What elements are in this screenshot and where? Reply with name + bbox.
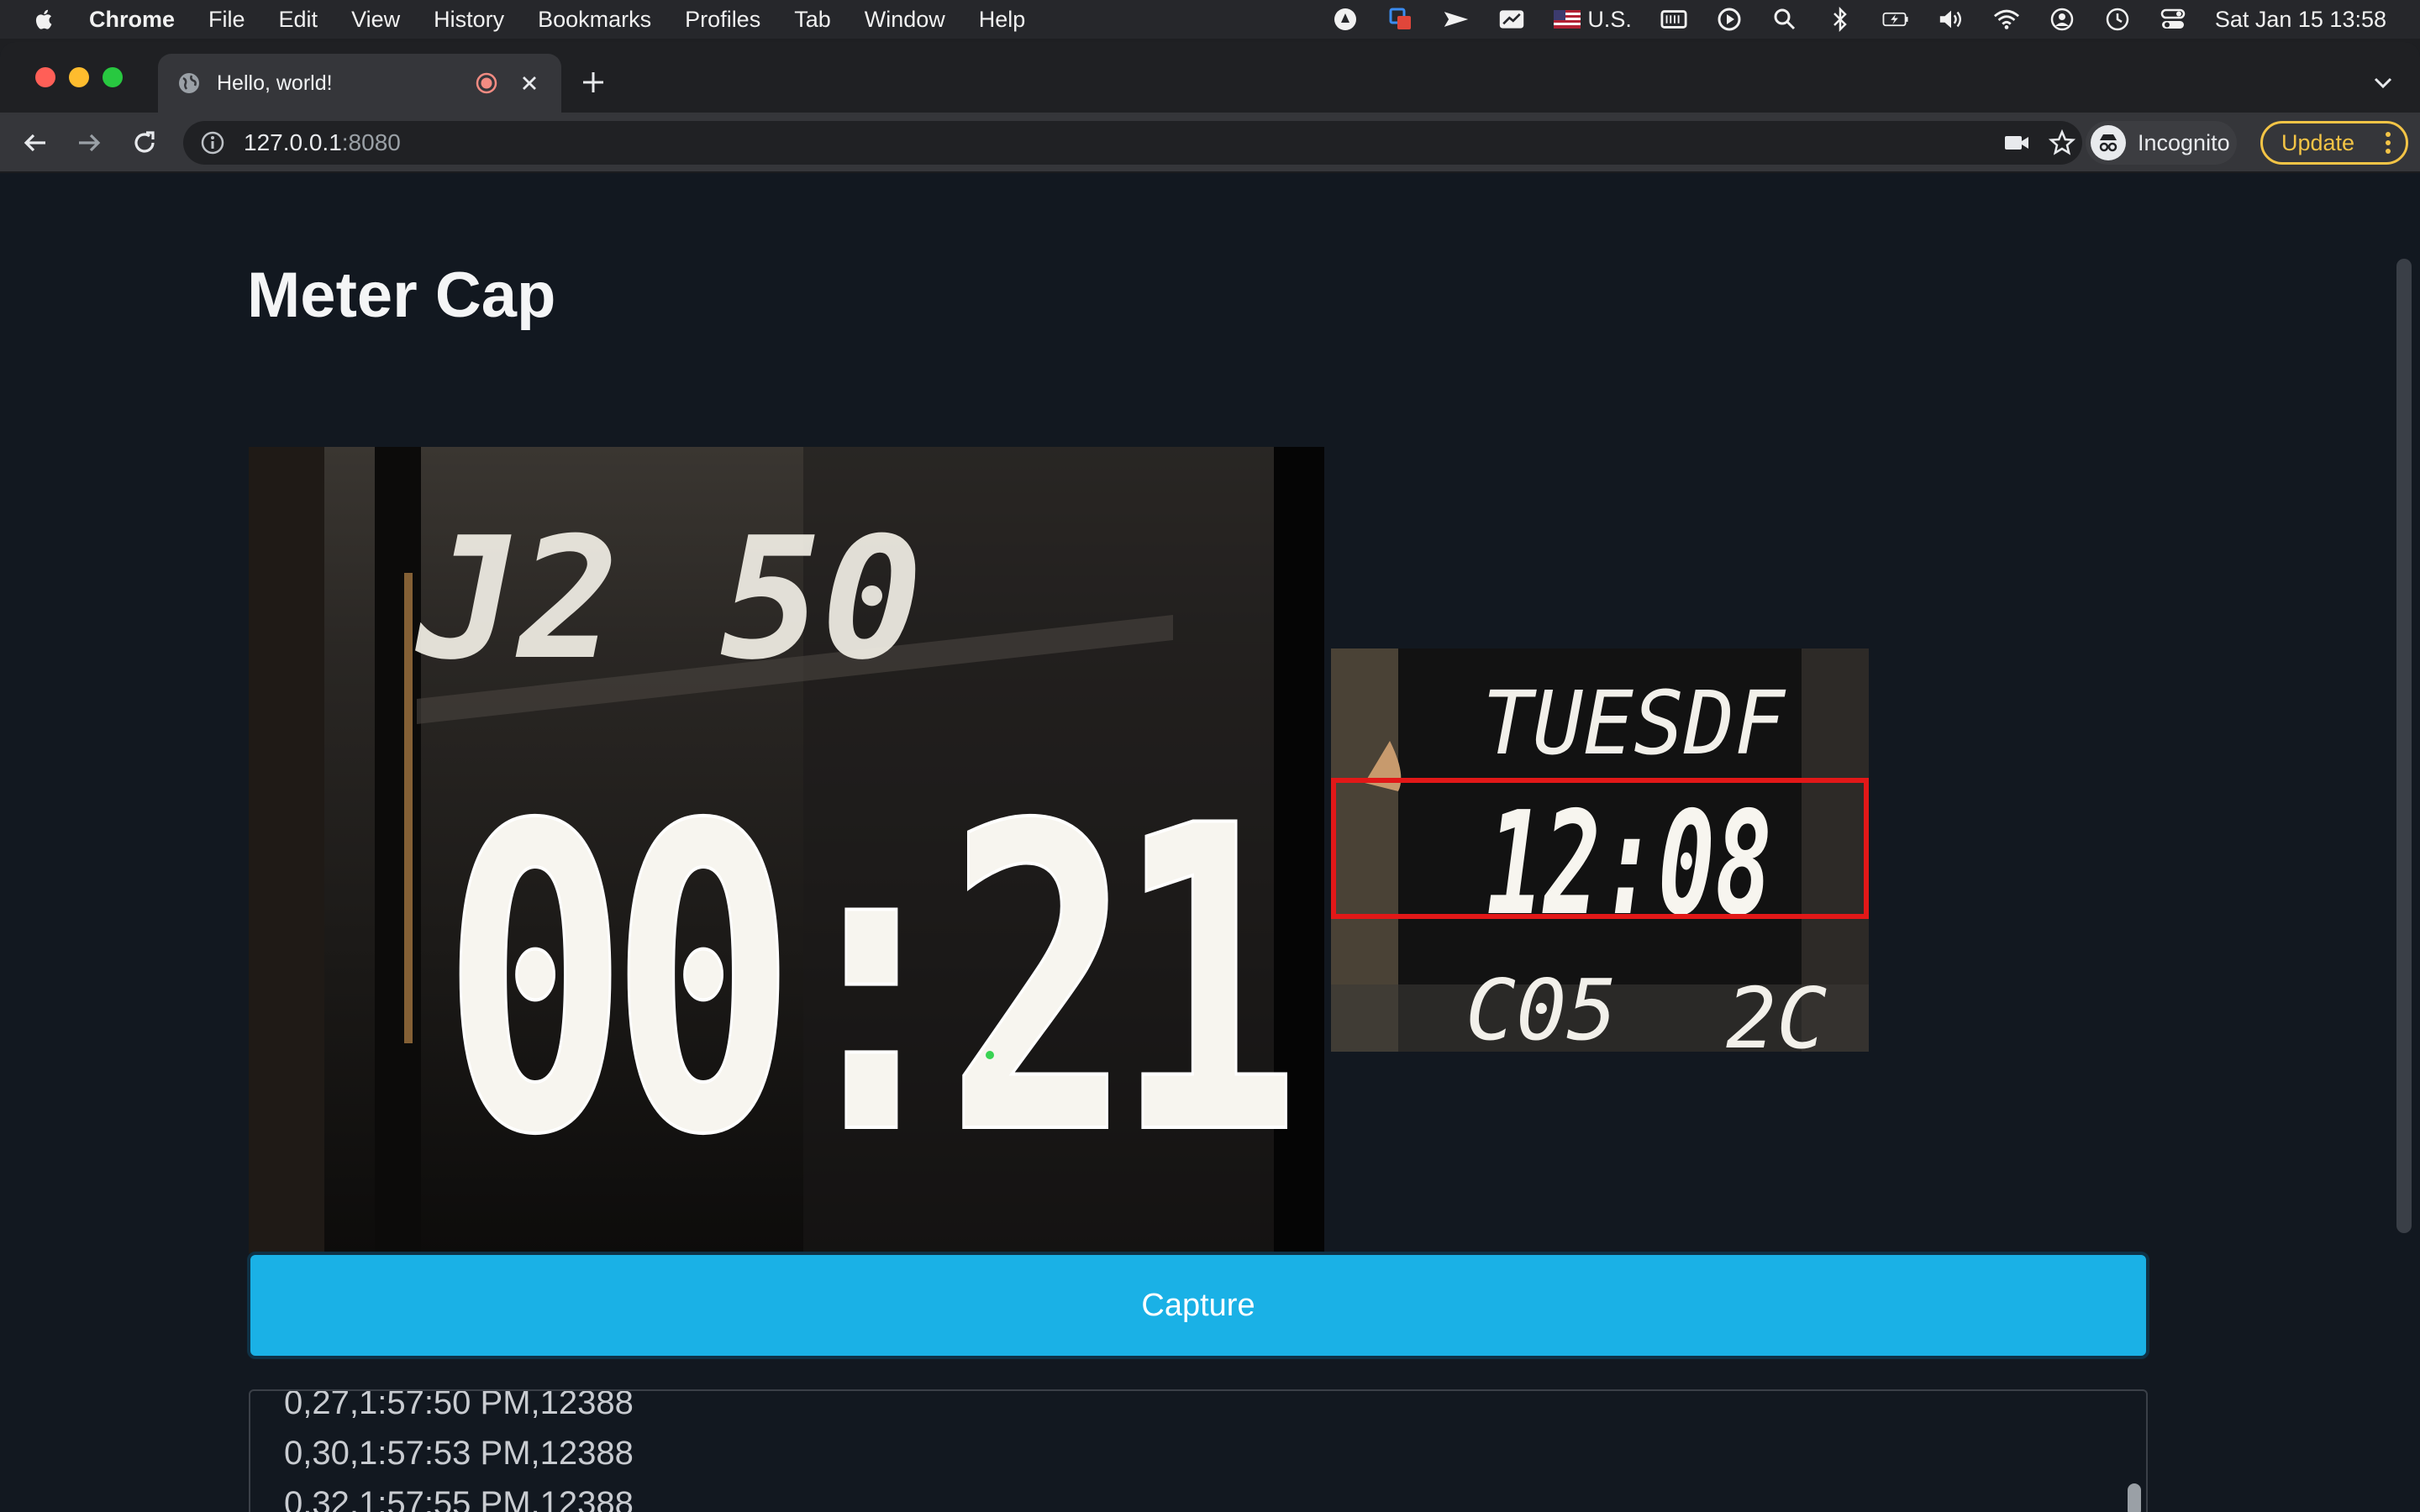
close-window-button[interactable] <box>35 67 55 87</box>
incognito-profile-button[interactable]: Incognito <box>2086 121 2237 165</box>
detection-box <box>1331 778 1869 919</box>
control-center-icon[interactable] <box>2160 6 2186 33</box>
bluetooth-icon[interactable] <box>1827 6 1854 33</box>
snapshot-bottom-right: 2C <box>1726 969 1827 1052</box>
video-top-text: J2 50 <box>415 501 923 697</box>
menu-edit[interactable]: Edit <box>279 7 318 33</box>
video-main-digits: 00:21 <box>442 738 1289 1226</box>
bookmark-star-icon[interactable] <box>2049 129 2075 156</box>
incognito-icon <box>2091 125 2126 160</box>
forward-arrow-icon[interactable] <box>74 128 104 158</box>
menu-bookmarks[interactable]: Bookmarks <box>538 7 651 33</box>
capture-button[interactable]: Capture <box>247 1252 2149 1359</box>
menu-help[interactable]: Help <box>979 7 1026 33</box>
trend-chart-icon[interactable] <box>1498 6 1525 33</box>
macos-menu-bar: Chrome File Edit View History Bookmarks … <box>0 0 2420 39</box>
page-scrollbar[interactable] <box>2396 259 2412 1233</box>
log-scrollbar[interactable] <box>2128 1483 2141 1512</box>
close-tab-icon[interactable] <box>519 73 539 93</box>
log-line: 0,27,1:57:50 PM,12388 <box>284 1389 634 1421</box>
user-account-icon[interactable] <box>2049 6 2075 33</box>
log-line: 0,32,1:57:55 PM,12388 <box>284 1485 634 1512</box>
camera-in-use-icon[interactable] <box>2003 131 2030 155</box>
us-flag-icon[interactable]: U.S. <box>1554 6 1632 33</box>
menubar-clock[interactable]: Sat Jan 15 13:58 <box>2215 7 2386 33</box>
wifi-icon[interactable] <box>1993 6 2020 33</box>
camera-video-feed: J2 50 00:21 <box>249 447 1324 1253</box>
vpn-icon[interactable] <box>1332 6 1359 33</box>
play-circle-icon[interactable] <box>1716 6 1743 33</box>
globe-icon <box>179 73 199 93</box>
screen-share-icon[interactable] <box>1387 6 1414 33</box>
input-source-label: U.S. <box>1587 6 1632 32</box>
menu-tab[interactable]: Tab <box>794 7 831 33</box>
more-menu-icon[interactable] <box>2384 129 2392 156</box>
menu-window[interactable]: Window <box>865 7 945 33</box>
reload-icon[interactable] <box>129 128 160 158</box>
snapshot-top-text: TUESDF <box>1482 672 1786 774</box>
keyboard-icon[interactable] <box>1660 6 1687 33</box>
page-viewport: Meter Cap J2 50 00:21 TUESDF 12:08 C05 2… <box>0 175 2420 1512</box>
video-frame: J2 50 00:21 <box>249 447 1324 1253</box>
menu-app-name[interactable]: Chrome <box>89 7 175 33</box>
recording-indicator-icon <box>476 72 497 94</box>
browser-toolbar: 127.0.0.1:8080 Incognito Update <box>0 113 2420 173</box>
snapshot-bottom-left: C05 <box>1465 961 1618 1052</box>
page-title: Meter Cap <box>247 260 556 331</box>
url-port: :8080 <box>341 129 401 155</box>
minimize-window-button[interactable] <box>69 67 89 87</box>
spotlight-search-icon[interactable] <box>1771 6 1798 33</box>
chevron-down-icon[interactable] <box>2371 71 2395 94</box>
paper-plane-icon[interactable] <box>1443 6 1470 33</box>
apple-logo-icon[interactable] <box>32 7 57 32</box>
menu-view[interactable]: View <box>351 7 400 33</box>
update-chrome-button[interactable]: Update <box>2260 121 2408 165</box>
log-line: 0,30,1:57:53 PM,12388 <box>284 1435 634 1472</box>
log-content: 0,27,1:57:50 PM,12388 0,30,1:57:53 PM,12… <box>284 1389 634 1512</box>
tab-title: Hello, world! <box>217 71 333 95</box>
menu-history[interactable]: History <box>434 7 504 33</box>
back-arrow-icon[interactable] <box>20 128 50 158</box>
zoom-window-button[interactable] <box>103 67 123 87</box>
update-label: Update <box>2281 129 2355 155</box>
address-bar[interactable]: 127.0.0.1:8080 <box>183 121 2082 165</box>
capture-log-textarea[interactable]: 0,27,1:57:50 PM,12388 0,30,1:57:53 PM,12… <box>249 1389 2148 1512</box>
time-machine-icon[interactable] <box>2104 6 2131 33</box>
menu-file[interactable]: File <box>208 7 245 33</box>
browser-window: Hello, world! 127.0.0.1:8080 Incognito … <box>0 42 2420 1512</box>
new-tab-plus-icon[interactable] <box>580 69 607 96</box>
status-tray: U.S. Sat Jan 15 13:58 <box>1332 0 2386 39</box>
incognito-label: Incognito <box>2138 129 2230 155</box>
url-host: 127.0.0.1 <box>244 129 342 155</box>
site-info-icon[interactable] <box>200 130 225 155</box>
battery-charging-icon[interactable] <box>1882 6 1909 33</box>
volume-icon[interactable] <box>1938 6 1965 33</box>
menu-profiles[interactable]: Profiles <box>685 7 760 33</box>
tab-active[interactable]: Hello, world! <box>158 54 561 113</box>
tab-strip: Hello, world! <box>0 42 2420 113</box>
